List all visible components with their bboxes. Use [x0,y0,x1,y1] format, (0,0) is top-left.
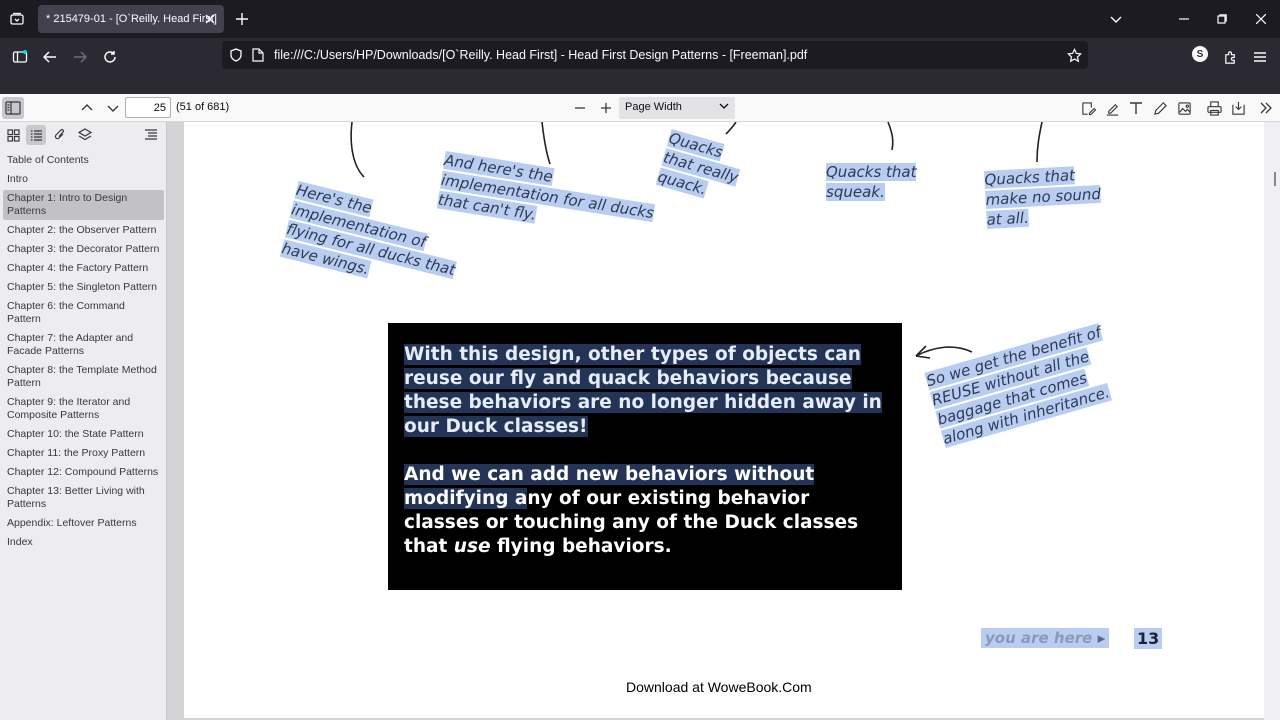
url-text: file:///C:/Users/HP/Downloads/[O`Reilly.… [274,48,808,62]
pdf-page: Here's the implementation of flying for … [184,122,1264,718]
chevron-down-icon [719,101,729,114]
outline-item[interactable]: Chapter 3: the Decorator Pattern [3,241,164,258]
back-icon[interactable] [37,44,63,70]
tab-title: * 215479-01 - [O`Reilly. Head First] [46,13,217,25]
callout-paragraph-new-behaviors: And we can add new behaviors without mod… [404,464,859,557]
page-number-input[interactable] [125,97,171,118]
draw-pencil-icon[interactable] [1149,97,1171,119]
page-count: (51 of 681) [176,101,230,113]
minimize-icon[interactable] [1173,8,1195,30]
outline-item[interactable]: Chapter 1: Intro to Design Patterns [3,190,164,220]
account-avatar[interactable]: S [1192,46,1208,62]
url-bar[interactable]: file:///C:/Users/HP/Downloads/[O`Reilly.… [222,41,1088,69]
menu-hamburger-icon[interactable] [1247,44,1273,70]
triangle-right-icon: ▸ [1097,629,1106,647]
highlight-icon[interactable] [1101,97,1123,119]
outline-item[interactable]: Chapter 13: Better Living with Patterns [3,483,164,513]
outline-item[interactable]: Chapter 2: the Observer Pattern [3,222,164,239]
next-page-icon[interactable] [102,97,124,119]
save-download-icon[interactable] [1227,97,1249,119]
zoom-out-icon[interactable] [569,97,591,119]
attachments-view-icon[interactable] [50,125,70,145]
current-outline-item-icon[interactable] [141,125,161,145]
thumbnails-view-icon[interactable] [3,125,23,145]
zoom-value: Page Width [625,101,682,113]
printed-page-number: 13 [1134,628,1163,649]
note-squeak: Quacks that squeak. [826,163,917,201]
zoom-in-icon[interactable] [595,97,617,119]
new-tab-icon[interactable] [232,9,252,29]
scrollbar-thumb[interactable] [1274,172,1276,186]
page-info-icon[interactable] [250,47,266,63]
forward-icon[interactable] [67,44,93,70]
list-all-tabs-icon[interactable] [6,8,28,30]
note-mute-quack: Quacks that make no sound at all. [984,166,1102,229]
layers-view-icon[interactable] [75,125,95,145]
outline-item[interactable]: Chapter 5: the Singleton Pattern [3,279,164,296]
print-icon[interactable] [1203,97,1225,119]
outline-item[interactable]: Chapter 10: the State Pattern [3,426,164,443]
outline-item[interactable]: Table of Contents [3,152,164,169]
callout-black-box: With this design, other types of objects… [388,323,902,590]
outline-item[interactable]: Chapter 11: the Proxy Pattern [3,445,164,462]
extensions-puzzle-icon[interactable] [1217,44,1243,70]
previous-page-icon[interactable] [76,97,98,119]
pdf-sidebar: Table of Contents Intro Chapter 1: Intro t… [0,122,167,720]
reload-icon[interactable] [97,44,123,70]
close-tab-icon[interactable] [202,11,218,27]
maximize-icon[interactable] [1211,8,1233,30]
tab-strip: * 215479-01 - [O`Reilly. Head First] [0,0,1280,38]
outline-item[interactable]: Chapter 8: the Template Method Pattern [3,362,164,392]
outline-view-icon[interactable] [26,125,46,145]
zoom-select[interactable]: Page Width [619,97,735,119]
close-window-icon[interactable] [1250,8,1272,30]
edit-text-icon[interactable] [1077,97,1099,119]
vertical-scrollbar[interactable] [1264,122,1280,720]
outline-item[interactable]: Chapter 9: the Iterator and Composite Pa… [3,394,164,424]
pdf-toolbar: (51 of 681) Page Width [0,94,1280,122]
chevron-down-icon[interactable] [1105,8,1127,30]
outline-item[interactable]: Chapter 6: the Command Pattern [3,298,164,328]
sidebar-toggle-icon[interactable] [7,44,33,70]
outline-item[interactable]: Index [3,534,164,551]
outline-item[interactable]: Chapter 4: the Factory Pattern [3,260,164,277]
document-outline: Table of Contents Intro Chapter 1: Intro t… [3,152,164,553]
tools-menu-icon[interactable] [1255,97,1277,119]
document-viewer[interactable]: Here's the implementation of flying for … [167,122,1280,720]
tracking-protection-shield-icon[interactable] [228,47,244,63]
outline-item[interactable]: Intro [3,171,164,188]
callout-paragraph-reuse: With this design, other types of objects… [404,344,882,437]
text-tool-icon[interactable] [1125,97,1147,119]
you-are-here-label: you are here ▸ [981,628,1110,648]
download-watermark: Download at WoweBook.Com [626,679,812,695]
outline-item[interactable]: Appendix: Leftover Patterns [3,515,164,532]
browser-window: * 215479-01 - [O`Reilly. Head First] fil… [0,0,1280,720]
navigation-toolbar: file:///C:/Users/HP/Downloads/[O`Reilly.… [0,38,1280,94]
toggle-sidebar-icon[interactable] [2,97,24,119]
outline-item[interactable]: Chapter 7: the Adapter and Facade Patter… [3,330,164,360]
outline-item[interactable]: Chapter 12: Compound Patterns [3,464,164,481]
active-tab[interactable]: * 215479-01 - [O`Reilly. Head First] [38,5,224,33]
sidebar-view-toolbar [0,122,166,148]
bookmark-star-icon[interactable] [1066,47,1082,63]
add-image-icon[interactable] [1173,97,1195,119]
